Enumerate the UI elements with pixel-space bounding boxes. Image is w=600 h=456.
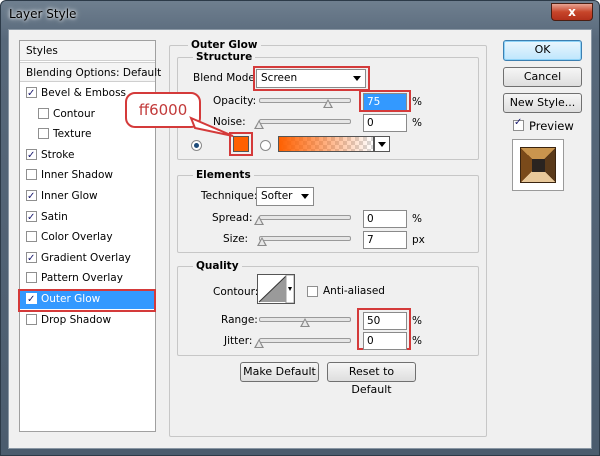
style-item-satin[interactable]: Satin [20,207,155,228]
technique-label: Technique: [201,190,258,202]
outer-glow-title: Outer Glow [188,39,261,51]
style-item-stroke[interactable]: Stroke [20,145,155,166]
contour-linear-icon [258,274,295,304]
opacity-slider[interactable] [259,98,351,103]
blending-options[interactable]: Blending Options: Default [20,62,161,82]
style-item-label: Inner Glow [41,190,98,202]
layer-style-window: Layer Style x Styles Blending Options: D… [0,0,600,456]
gradient-preview[interactable] [278,136,374,152]
dialog-body: Styles Blending Options: Default Bevel &… [8,29,592,449]
styles-header[interactable]: Styles [20,41,155,61]
style-item-label: Inner Shadow [41,169,113,182]
noise-unit: % [412,117,422,129]
close-button[interactable]: x [551,3,593,21]
reset-default-button[interactable]: Reset to Default [327,362,416,396]
ok-button[interactable]: OK [503,40,582,61]
style-item-color-overlay[interactable]: Color Overlay [20,227,155,247]
jitter-input[interactable]: 0 [363,332,407,350]
style-item-label: Contour [53,107,95,120]
preview-swatch [520,147,556,183]
style-item-drop-shadow[interactable]: Drop Shadow [20,310,155,330]
style-item-label: Stroke [41,148,75,161]
structure-title: Structure [193,51,256,63]
spread-unit: % [412,213,422,225]
jitter-slider-thumb[interactable] [254,339,264,348]
style-item-label: Color Overlay [41,231,113,244]
new-style-button[interactable]: New Style... [503,93,582,113]
contour-picker[interactable] [257,274,295,304]
jitter-slider[interactable] [259,338,351,343]
noise-slider-thumb[interactable] [254,120,264,129]
callout-pointer [189,116,234,137]
opacity-slider-thumb[interactable] [323,99,333,108]
opacity-label: Opacity: [213,95,257,107]
range-label: Range: [221,314,258,326]
style-item-gradient-overlay[interactable]: Gradient Overlay [20,248,155,269]
style-item-label: Bevel & Emboss [41,87,127,99]
style-item-label: Gradient Overlay [41,251,131,264]
style-item-label: Drop Shadow [41,313,112,326]
spread-label: Spread: [212,212,253,224]
range-unit: % [412,315,422,327]
style-item-inner-glow[interactable]: Inner Glow [20,186,155,207]
style-item-checkbox[interactable] [26,249,37,269]
gradient-radio[interactable] [260,140,271,151]
technique-select[interactable]: Softer [256,187,314,206]
anti-aliased-checkbox[interactable] [307,286,318,297]
size-slider[interactable] [259,236,351,241]
size-unit: px [412,234,425,246]
highlight-outer-glow [18,289,156,312]
gradient-dropdown[interactable] [374,136,390,152]
blend-mode-label: Blend Mode: [193,72,259,84]
size-slider-thumb[interactable] [256,237,267,246]
style-item-label: Pattern Overlay [41,272,123,285]
technique-value: Softer [261,190,293,202]
cancel-button[interactable]: Cancel [503,67,582,87]
preview-checkbox[interactable] [513,117,524,131]
noise-input[interactable]: 0 [363,114,407,132]
contour-label: Contour: [213,286,259,298]
size-label: Size: [223,233,249,245]
spread-slider[interactable] [259,215,351,220]
anti-aliased-label: Anti-aliased [323,285,385,297]
range-slider-thumb[interactable] [300,318,310,327]
style-item-checkbox[interactable] [38,107,49,119]
chevron-down-icon [301,194,309,199]
style-item-checkbox[interactable] [38,128,49,140]
style-item-pattern-overlay[interactable]: Pattern Overlay [20,268,155,288]
quality-title: Quality [193,260,242,272]
opacity-unit: % [412,96,422,108]
jitter-label: Jitter: [224,335,253,347]
style-item-label: Texture [53,128,92,141]
style-item-checkbox[interactable] [26,313,37,325]
style-item-checkbox[interactable] [26,208,37,228]
chevron-down-icon [378,142,386,147]
style-item-checkbox[interactable] [26,187,37,207]
style-item-label: Satin [41,210,68,223]
style-item-checkbox[interactable] [26,146,37,166]
elements-title: Elements [193,169,254,181]
style-item-inner-shadow[interactable]: Inner Shadow [20,165,155,185]
window-title: Layer Style [9,7,77,21]
size-input[interactable]: 7 [363,231,407,249]
preview-label: Preview [529,119,574,133]
style-item-checkbox[interactable] [26,272,37,284]
spread-slider-thumb[interactable] [254,216,264,225]
noise-slider[interactable] [259,119,351,124]
highlight-blend-mode [253,66,370,91]
highlight-opacity [359,90,411,112]
jitter-unit: % [412,335,422,347]
style-preview [512,139,564,191]
style-item-checkbox[interactable] [26,231,37,243]
spread-input[interactable]: 0 [363,210,407,228]
make-default-button[interactable]: Make Default [240,362,319,382]
title-bar[interactable]: Layer Style x [1,1,599,29]
style-item-checkbox[interactable] [26,84,37,104]
style-item-checkbox[interactable] [26,169,37,181]
